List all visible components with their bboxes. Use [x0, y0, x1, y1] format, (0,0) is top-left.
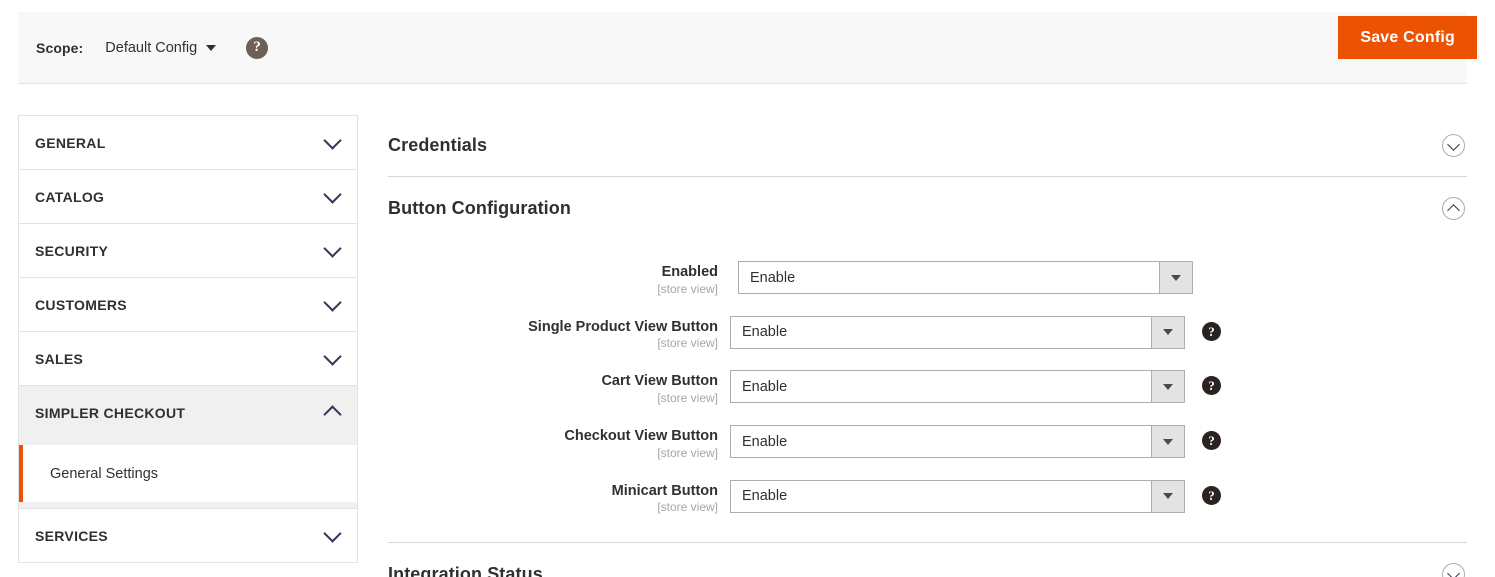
sidebar-section-customers: CUSTOMERS	[18, 277, 358, 331]
field-label-checkout-view-button: Checkout View Button	[564, 428, 718, 445]
select-value-minicart-button: Enable	[742, 488, 788, 505]
chevron-down-icon	[323, 238, 342, 258]
chevron-down-circle-icon	[1442, 562, 1465, 577]
select-arrow-button[interactable]	[1151, 480, 1184, 512]
field-scope-cart-view-button: [store view]	[657, 391, 718, 406]
sidebar-item-sales[interactable]: SALES	[19, 332, 357, 385]
sidebar-item-services[interactable]: SERVICES	[19, 509, 357, 562]
chevron-up-circle-icon	[1442, 196, 1465, 220]
select-value-cart-view-button: Enable	[742, 378, 788, 395]
scope-bar: Scope: Default Config ?	[18, 12, 1467, 84]
field-row-checkout-view-button: Checkout View Button [store view] Enable…	[388, 425, 1467, 460]
scope-selected-value: Default Config	[105, 39, 198, 56]
caret-down-icon	[206, 44, 217, 51]
config-main-panel: Credentials Button Configuration Enabled…	[388, 115, 1467, 577]
sidebar-item-general[interactable]: GENERAL	[19, 116, 357, 169]
field-help-icon-single-product-view-button[interactable]: ?	[1202, 321, 1221, 341]
field-label-col-checkout-view-button: Checkout View Button [store view]	[388, 425, 730, 460]
field-help-icon-minicart-button[interactable]: ?	[1202, 485, 1221, 505]
chevron-down-icon	[323, 184, 342, 204]
field-label-col-single-product-view-button: Single Product View Button [store view]	[388, 316, 730, 351]
field-label-minicart-button: Minicart Button	[611, 482, 718, 499]
sidebar-label-catalog: CATALOG	[35, 188, 105, 205]
section-header-button-configuration[interactable]: Button Configuration	[388, 177, 1467, 239]
button-configuration-fields: Enabled [store view] Enable ? Single Pro…	[388, 239, 1467, 544]
sidebar-section-catalog: CATALOG	[18, 169, 358, 223]
caret-down-icon	[1163, 438, 1173, 445]
sidebar-label-simpler-checkout: SIMPLER CHECKOUT	[35, 404, 186, 421]
sidebar-label-general-settings: General Settings	[50, 465, 159, 482]
save-config-button[interactable]: Save Config	[1338, 16, 1477, 59]
chevron-down-circle-icon	[1442, 134, 1465, 157]
select-cart-view-button[interactable]: Enable	[730, 370, 1185, 404]
field-scope-enabled: [store view]	[657, 281, 718, 296]
field-row-enabled: Enabled [store view] Enable ?	[388, 261, 1467, 296]
field-row-minicart-button: Minicart Button [store view] Enable ?	[388, 479, 1467, 515]
section-header-integration-status[interactable]: Integration Status	[388, 543, 1467, 577]
caret-down-icon	[1163, 493, 1173, 500]
select-minicart-button[interactable]: Enable	[730, 479, 1185, 513]
sidebar-item-catalog[interactable]: CATALOG	[19, 170, 357, 223]
config-page: Scope: Default Config ? Save Config GENE…	[0, 0, 1495, 577]
select-arrow-button[interactable]	[1159, 262, 1192, 293]
sidebar-item-customers[interactable]: CUSTOMERS	[19, 278, 357, 331]
sidebar-item-general-settings[interactable]: General Settings	[19, 445, 357, 502]
sidebar-section-general: GENERAL	[18, 115, 358, 169]
sidebar-subitems: General Settings	[19, 439, 357, 508]
select-value-checkout-view-button: Enable	[742, 433, 788, 450]
sidebar-section-security: SECURITY	[18, 223, 358, 277]
sidebar-label-services: SERVICES	[35, 527, 108, 544]
sidebar-item-security[interactable]: SECURITY	[19, 224, 357, 277]
sidebar-label-customers: CUSTOMERS	[35, 296, 127, 313]
caret-down-icon	[1163, 329, 1173, 336]
scope-help-icon[interactable]: ?	[246, 36, 269, 59]
field-label-single-product-view-button: Single Product View Button	[528, 318, 718, 335]
section-title-credentials: Credentials	[388, 135, 488, 155]
chevron-down-icon	[323, 292, 342, 312]
field-row-single-product-view-button: Single Product View Button [store view] …	[388, 315, 1467, 351]
sidebar-label-general: GENERAL	[35, 134, 106, 151]
sidebar-section-sales: SALES	[18, 331, 358, 385]
chevron-down-icon	[323, 523, 342, 543]
chevron-down-icon	[323, 346, 342, 366]
select-checkout-view-button[interactable]: Enable	[730, 425, 1185, 459]
select-arrow-button[interactable]	[1151, 316, 1184, 348]
scope-selector[interactable]: Default Config	[105, 39, 217, 56]
field-scope-checkout-view-button: [store view]	[657, 445, 718, 460]
field-label-col-enabled: Enabled [store view]	[388, 261, 730, 296]
field-label-col-cart-view-button: Cart View Button [store view]	[388, 370, 730, 405]
field-label-col-minicart-button: Minicart Button [store view]	[388, 480, 730, 515]
field-help-icon-cart-view-button[interactable]: ?	[1202, 376, 1221, 396]
scope-label: Scope:	[36, 39, 84, 56]
field-row-cart-view-button: Cart View Button [store view] Enable ?	[388, 370, 1467, 405]
sidebar-section-simpler-checkout: SIMPLER CHECKOUT General Settings	[18, 385, 358, 508]
select-value-single-product-view-button: Enable	[742, 324, 788, 341]
select-arrow-button[interactable]	[1151, 426, 1184, 458]
select-value-enabled: Enable	[750, 269, 796, 286]
sidebar-label-security: SECURITY	[35, 242, 109, 259]
sidebar-section-services: SERVICES	[18, 508, 358, 563]
section-title-button-configuration: Button Configuration	[388, 197, 571, 218]
select-single-product-view-button[interactable]: Enable	[730, 315, 1185, 349]
chevron-down-icon	[323, 130, 342, 150]
field-scope-minicart-button: [store view]	[657, 500, 718, 515]
select-arrow-button[interactable]	[1151, 371, 1184, 403]
field-label-enabled: Enabled	[661, 264, 718, 280]
caret-down-icon	[1163, 383, 1173, 390]
field-label-cart-view-button: Cart View Button	[601, 373, 718, 390]
select-enabled[interactable]: Enable	[738, 261, 1193, 294]
sidebar-item-simpler-checkout[interactable]: SIMPLER CHECKOUT	[19, 386, 357, 439]
sidebar-label-sales: SALES	[35, 350, 84, 367]
caret-down-icon	[1171, 274, 1181, 281]
section-header-credentials[interactable]: Credentials	[388, 115, 1467, 177]
field-scope-single-product-view-button: [store view]	[657, 336, 718, 351]
section-title-integration-status: Integration Status	[388, 563, 543, 577]
field-help-icon-checkout-view-button[interactable]: ?	[1202, 431, 1221, 451]
config-sidebar: GENERAL CATALOG SECURITY CUSTOMERS SALES…	[18, 115, 358, 563]
chevron-up-icon	[323, 405, 342, 424]
